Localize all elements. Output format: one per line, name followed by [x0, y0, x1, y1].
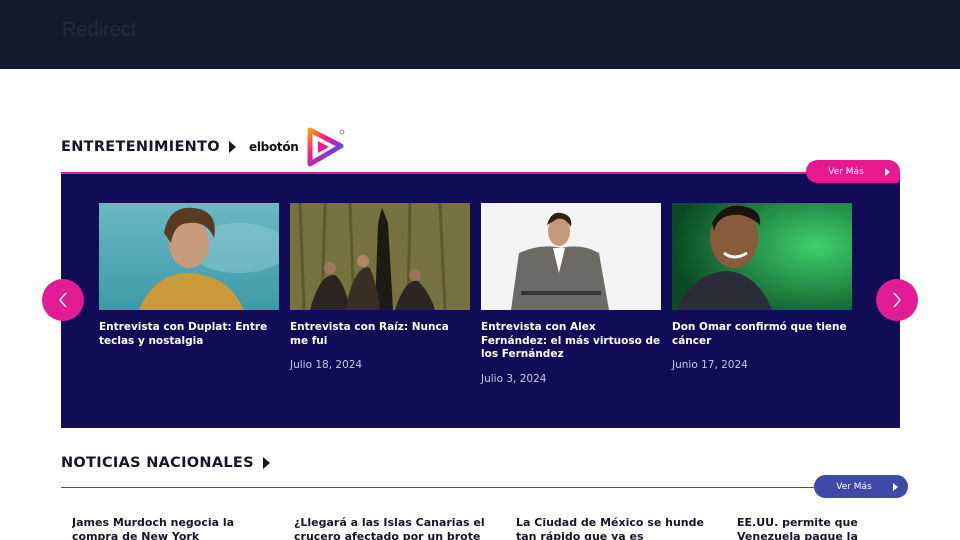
- news-item-title[interactable]: EE.UU. permite que Venezuela pague la de…: [737, 516, 903, 540]
- section-divider: [61, 487, 821, 488]
- article-card[interactable]: Don Omar confirmó que tiene cáncer Junio…: [672, 203, 852, 371]
- article-card[interactable]: Entrevista con Duplat: Entre teclas y no…: [99, 203, 279, 359]
- top-bar: Redirect: [0, 0, 960, 69]
- ver-mas-label: Ver Más: [836, 481, 872, 492]
- article-image[interactable]: [99, 203, 279, 310]
- el-boton-logo-text: elbotón: [249, 140, 299, 154]
- arrow-right-icon: [893, 482, 898, 491]
- news-item-title[interactable]: La Ciudad de México se hunde tan rápido …: [516, 516, 716, 540]
- article-title[interactable]: Don Omar confirmó que tiene cáncer: [672, 321, 852, 348]
- ver-mas-nacionales-button[interactable]: Ver Más: [814, 475, 908, 498]
- article-image[interactable]: [672, 203, 852, 310]
- caret-right-icon: [228, 141, 236, 153]
- chevron-left-icon: [59, 292, 67, 308]
- chevron-right-icon: [893, 292, 901, 308]
- article-card[interactable]: Entrevista con Alex Fernández: el más vi…: [481, 203, 661, 385]
- article-title[interactable]: Entrevista con Duplat: Entre teclas y no…: [99, 321, 279, 348]
- carousel-prev-button[interactable]: [42, 279, 84, 321]
- article-title[interactable]: Entrevista con Alex Fernández: el más vi…: [481, 321, 661, 362]
- article-date: Julio 18, 2024: [290, 359, 363, 372]
- entretenimiento-heading[interactable]: ENTRETENIMIENTO: [61, 139, 236, 155]
- arrow-right-icon: [885, 167, 890, 176]
- caret-right-icon: [262, 457, 270, 469]
- news-item-title[interactable]: ¿Llegará a las Islas Canarias el crucero…: [294, 516, 494, 540]
- entretenimiento-title[interactable]: ENTRETENIMIENTO: [61, 139, 220, 155]
- el-boton-logo[interactable]: elbotón: [249, 127, 349, 169]
- article-date: Julio 3, 2024: [481, 372, 547, 385]
- page-title: Redirect: [62, 19, 137, 41]
- play-logo-icon: [307, 127, 345, 167]
- ver-mas-entretenimiento-button[interactable]: Ver Más: [806, 160, 900, 183]
- article-image[interactable]: [290, 203, 470, 310]
- nacionales-title[interactable]: NOTICIAS NACIONALES: [61, 455, 254, 471]
- nacionales-heading[interactable]: NOTICIAS NACIONALES: [61, 455, 270, 471]
- article-date: Junio 17, 2024: [672, 359, 748, 372]
- article-card[interactable]: Entrevista con Raíz: Nunca me fui Julio …: [290, 203, 470, 371]
- article-image[interactable]: [481, 203, 661, 310]
- article-title[interactable]: Entrevista con Raíz: Nunca me fui: [290, 321, 470, 348]
- news-item-title[interactable]: James Murdoch negocia la compra de New Y…: [72, 516, 272, 540]
- ver-mas-label: Ver Más: [828, 166, 864, 177]
- carousel-next-button[interactable]: [876, 279, 918, 321]
